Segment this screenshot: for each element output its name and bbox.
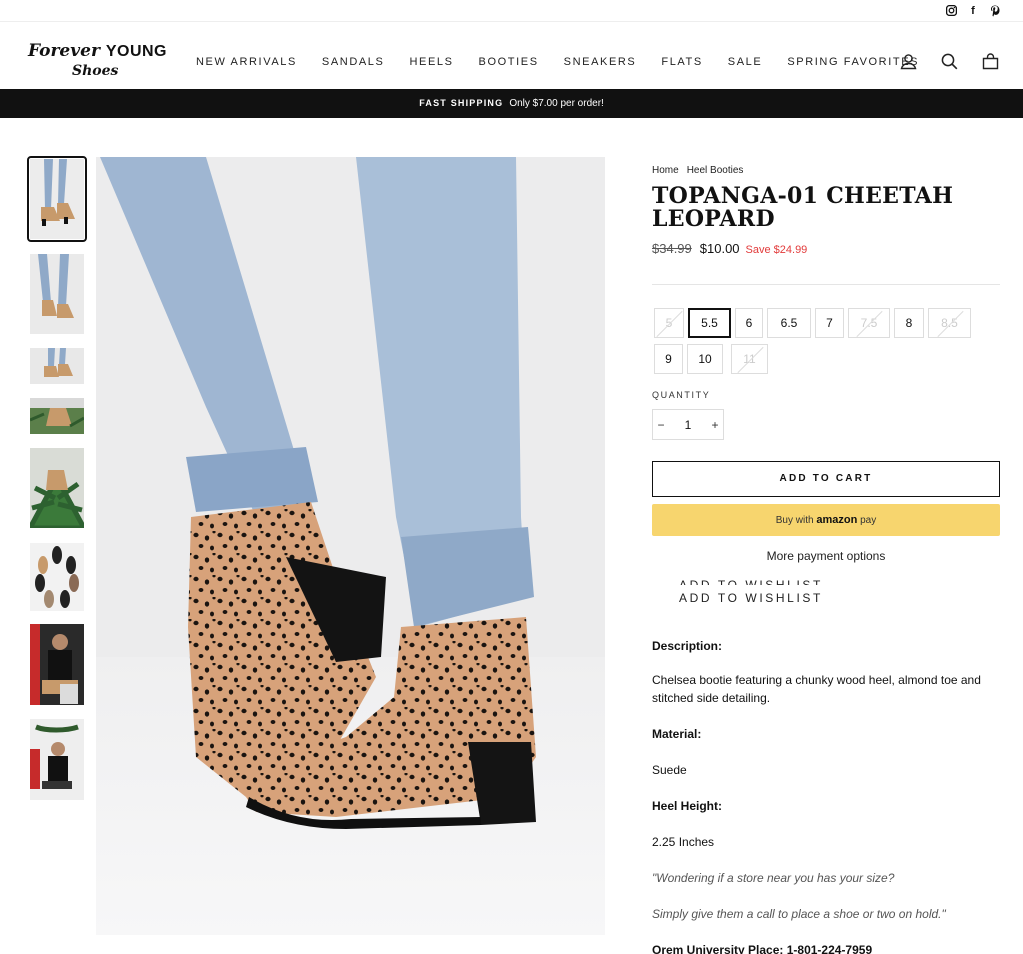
breadcrumb-current[interactable]: Heel Booties bbox=[687, 165, 744, 176]
size-option[interactable]: 6.5 bbox=[767, 308, 811, 338]
utility-bar: f bbox=[0, 0, 1023, 22]
announcement-bar: FAST SHIPPING Only $7.00 per order! bbox=[0, 89, 1023, 118]
thumbnail-7[interactable] bbox=[30, 624, 84, 705]
original-price: $34.99 bbox=[652, 241, 692, 256]
nav-sneakers[interactable]: SNEAKERS bbox=[564, 56, 637, 68]
nav-new-arrivals[interactable]: NEW ARRIVALS bbox=[196, 56, 297, 68]
store-phone: Orem University Place: 1-801-224-7959 bbox=[652, 943, 873, 954]
nav-booties[interactable]: BOOTIES bbox=[479, 56, 539, 68]
quantity-increase-button[interactable]: + bbox=[707, 418, 723, 432]
material-heading: Material: bbox=[652, 727, 702, 741]
thumbnail-8[interactable] bbox=[30, 719, 84, 800]
add-to-wishlist-button[interactable]: ADD TO WISHLIST bbox=[679, 591, 823, 605]
nav-sandals[interactable]: SANDALS bbox=[322, 56, 385, 68]
more-payment-options-link[interactable]: More payment options bbox=[652, 549, 1000, 563]
amazon-pay-button[interactable]: Buy with amazon pay bbox=[652, 504, 1000, 536]
main-nav: NEW ARRIVALS SANDALS HEELS BOOTIES SNEAK… bbox=[196, 56, 944, 68]
heel-height-text: 2.25 Inches bbox=[652, 835, 715, 849]
facebook-icon[interactable]: f bbox=[967, 4, 979, 17]
thumbnail-6[interactable] bbox=[30, 543, 84, 611]
pinterest-icon[interactable] bbox=[989, 4, 1001, 17]
site-logo[interactable]: Forever YOUNG Shoes bbox=[28, 41, 168, 83]
savings-label: Save $24.99 bbox=[745, 244, 808, 256]
size-option[interactable]: 8 bbox=[894, 308, 924, 338]
nav-heels[interactable]: HEELS bbox=[409, 56, 453, 68]
nav-sale[interactable]: SALE bbox=[728, 56, 763, 68]
heel-height-heading: Heel Height: bbox=[652, 799, 723, 813]
amazon-logo: amazon bbox=[816, 514, 858, 526]
sale-price: $10.00 bbox=[699, 241, 740, 256]
size-option[interactable]: 5.5 bbox=[688, 308, 731, 338]
header-icons bbox=[900, 53, 999, 70]
quantity-input[interactable]: 1 bbox=[669, 418, 707, 432]
logo-line1: Forever YOUNG bbox=[28, 41, 167, 61]
nav-flats[interactable]: FLATS bbox=[661, 56, 702, 68]
quantity-label: QUANTITY bbox=[652, 390, 711, 400]
size-option[interactable]: 7.5 bbox=[848, 308, 890, 338]
size-option[interactable]: 10 bbox=[687, 344, 723, 374]
main-product-image[interactable] bbox=[96, 157, 605, 935]
amazon-pay-suffix: pay bbox=[860, 515, 877, 526]
product-title: TOPANGA-01 CHEETAH LEOPARD bbox=[652, 183, 954, 232]
store-note-line2: Simply give them a call to place a shoe … bbox=[652, 907, 946, 921]
announcement-text: Only $7.00 per order! bbox=[509, 98, 604, 109]
quantity-decrease-button[interactable]: − bbox=[653, 418, 669, 432]
logo-line2: Shoes bbox=[72, 63, 119, 79]
description-heading: Description: bbox=[652, 639, 723, 653]
cart-icon[interactable] bbox=[982, 53, 999, 70]
site-header: Forever YOUNG Shoes NEW ARRIVALS SANDALS… bbox=[0, 22, 1023, 89]
size-option[interactable]: 9 bbox=[654, 344, 683, 374]
store-note-line1: "Wondering if a store near you has your … bbox=[652, 871, 895, 885]
thumbnail-2[interactable] bbox=[30, 254, 84, 334]
user-icon[interactable] bbox=[900, 53, 917, 70]
size-option[interactable]: 7 bbox=[815, 308, 844, 338]
announcement-strong: FAST SHIPPING bbox=[419, 98, 504, 108]
divider bbox=[652, 284, 1000, 285]
size-option[interactable]: 11 bbox=[731, 344, 768, 374]
breadcrumb-home[interactable]: Home bbox=[652, 165, 679, 176]
quantity-stepper: − 1 + bbox=[652, 409, 724, 440]
size-option[interactable]: 6 bbox=[735, 308, 763, 338]
thumbnail-4[interactable] bbox=[29, 398, 85, 434]
social-links: f bbox=[945, 4, 1001, 17]
size-option[interactable]: 5 bbox=[654, 308, 684, 338]
thumbnail-1[interactable] bbox=[27, 156, 87, 242]
material-text: Suede bbox=[652, 763, 687, 777]
thumbnail-3[interactable] bbox=[30, 348, 84, 384]
price-block: $34.99 $10.00 Save $24.99 bbox=[652, 241, 807, 256]
add-to-cart-button[interactable]: ADD TO CART bbox=[652, 461, 1000, 497]
amazon-pay-prefix: Buy with bbox=[775, 515, 814, 526]
thumbnail-5[interactable] bbox=[25, 448, 89, 531]
instagram-icon[interactable] bbox=[945, 4, 957, 17]
wishlist-button-ghost: ADD TO WISHLIST bbox=[679, 578, 823, 585]
description-text: Chelsea bootie featuring a chunky wood h… bbox=[652, 673, 981, 705]
search-icon[interactable] bbox=[941, 53, 958, 70]
size-option[interactable]: 8.5 bbox=[928, 308, 971, 338]
breadcrumb: Home Heel Booties bbox=[652, 165, 743, 176]
